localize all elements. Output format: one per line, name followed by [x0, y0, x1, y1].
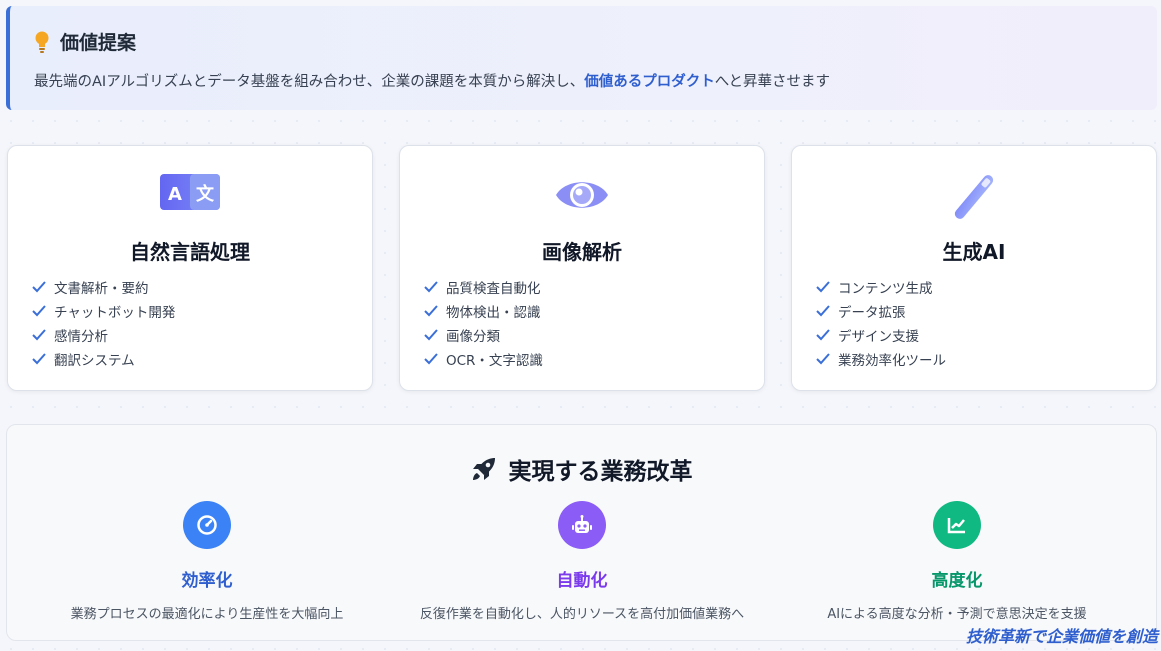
language-translate-icon: A 文 [160, 174, 220, 210]
benefit-title: 自動化 [556, 571, 608, 591]
check-icon [816, 305, 830, 317]
list-item: 文書解析・要約 [32, 275, 175, 299]
list-item-label: デザイン支援 [838, 329, 919, 345]
value-text-after: へと昇華させます [714, 74, 831, 90]
check-icon [816, 281, 830, 293]
list-item-label: 感情分析 [54, 329, 108, 345]
lightbulb-icon [35, 31, 49, 53]
list-item-label: 業務効率化ツール [838, 353, 946, 369]
card-title: 生成AI [942, 240, 1006, 264]
eye-icon [556, 182, 608, 208]
list-item: コンテンツ生成 [816, 275, 946, 299]
check-icon [32, 281, 46, 293]
list-item: 画像分類 [424, 323, 543, 347]
list-item-label: 物体検出・認識 [446, 305, 541, 321]
value-highlight: 価値あるプロダクト [584, 74, 715, 90]
business-impact-section: 実現する業務改革 効率化 業務プロセスの最適化により生産性を大幅向上 自動化 反… [6, 424, 1157, 641]
list-item: データ拡張 [816, 299, 946, 323]
list-item: 感情分析 [32, 323, 175, 347]
benefit-title: 効率化 [181, 571, 233, 591]
rocket-icon [472, 458, 495, 480]
benefit-automation: 自動化 反復作業を自動化し、人的リソースを高付加価値業務へ [392, 501, 772, 622]
feature-list: 文書解析・要約 チャットボット開発 感情分析 翻訳システム [32, 275, 175, 371]
list-item-label: 文書解析・要約 [54, 281, 149, 297]
card-title: 画像解析 [542, 240, 622, 264]
check-icon [32, 329, 46, 341]
feature-list: 品質検査自動化 物体検出・認識 画像分類 OCR・文字認識 [424, 275, 543, 371]
list-item: 品質検査自動化 [424, 275, 543, 299]
list-item-label: 画像分類 [446, 329, 500, 345]
svg-text:A: A [168, 184, 182, 205]
list-item-label: OCR・文字認識 [446, 353, 543, 369]
check-icon [424, 305, 438, 317]
benefit-efficiency: 効率化 業務プロセスの最適化により生産性を大幅向上 [17, 501, 397, 622]
value-title-row: 価値提案 [34, 28, 136, 55]
list-item-label: コンテンツ生成 [838, 281, 933, 297]
benefit-advancement: 高度化 AIによる高度な分析・予測で意思決定を支援 [767, 501, 1147, 622]
feature-list: コンテンツ生成 データ拡張 デザイン支援 業務効率化ツール [816, 275, 946, 371]
benefit-description: 反復作業を自動化し、人的リソースを高付加価値業務へ [419, 607, 745, 622]
footer-tagline: 技術革新で企業価値を創造 [965, 627, 1158, 646]
benefit-title: 高度化 [931, 571, 983, 591]
card-title: 自然言語処理 [130, 240, 250, 264]
impact-title-row: 実現する業務改革 [7, 452, 1156, 486]
gauge-icon [183, 501, 231, 549]
list-item-label: データ拡張 [838, 305, 906, 321]
list-item: チャットボット開発 [32, 299, 175, 323]
card-nlp: A 文 自然言語処理 文書解析・要約 チャットボット開発 感情分析 翻訳システム [7, 145, 373, 391]
impact-title: 実現する業務改革 [508, 459, 693, 485]
check-icon [32, 353, 46, 365]
list-item: デザイン支援 [816, 323, 946, 347]
card-image-analysis: 画像解析 品質検査自動化 物体検出・認識 画像分類 OCR・文字認識 [399, 145, 765, 391]
check-icon [424, 353, 438, 365]
check-icon [424, 329, 438, 341]
list-item: 翻訳システム [32, 347, 175, 371]
robot-icon [558, 501, 606, 549]
list-item: 物体検出・認識 [424, 299, 543, 323]
chart-line-icon [933, 501, 981, 549]
check-icon [816, 329, 830, 341]
value-proposition-banner: 価値提案 最先端のAIアルゴリズムとデータ基盤を組み合わせ、企業の課題を本質から… [6, 6, 1157, 110]
value-text-before: 最先端のAIアルゴリズムとデータ基盤を組み合わせ、企業の課題を本質から解決し、 [34, 74, 585, 90]
check-icon [32, 305, 46, 317]
card-generative-ai: 生成AI コンテンツ生成 データ拡張 デザイン支援 業務効率化ツール [791, 145, 1157, 391]
list-item-label: チャットボット開発 [54, 305, 176, 321]
check-icon [424, 281, 438, 293]
svg-text:文: 文 [196, 183, 215, 205]
magic-wand-icon [954, 175, 994, 219]
benefit-description: 業務プロセスの最適化により生産性を大幅向上 [70, 607, 344, 622]
benefit-description: AIによる高度な分析・予測で意思決定を支援 [827, 607, 1087, 622]
list-item: OCR・文字認識 [424, 347, 543, 371]
list-item: 業務効率化ツール [816, 347, 946, 371]
value-title: 価値提案 [60, 32, 137, 54]
list-item-label: 翻訳システム [54, 353, 135, 369]
list-item-label: 品質検査自動化 [446, 281, 541, 297]
check-icon [816, 353, 830, 365]
value-description: 最先端のAIアルゴリズムとデータ基盤を組み合わせ、企業の課題を本質から解決し、価… [34, 70, 830, 91]
